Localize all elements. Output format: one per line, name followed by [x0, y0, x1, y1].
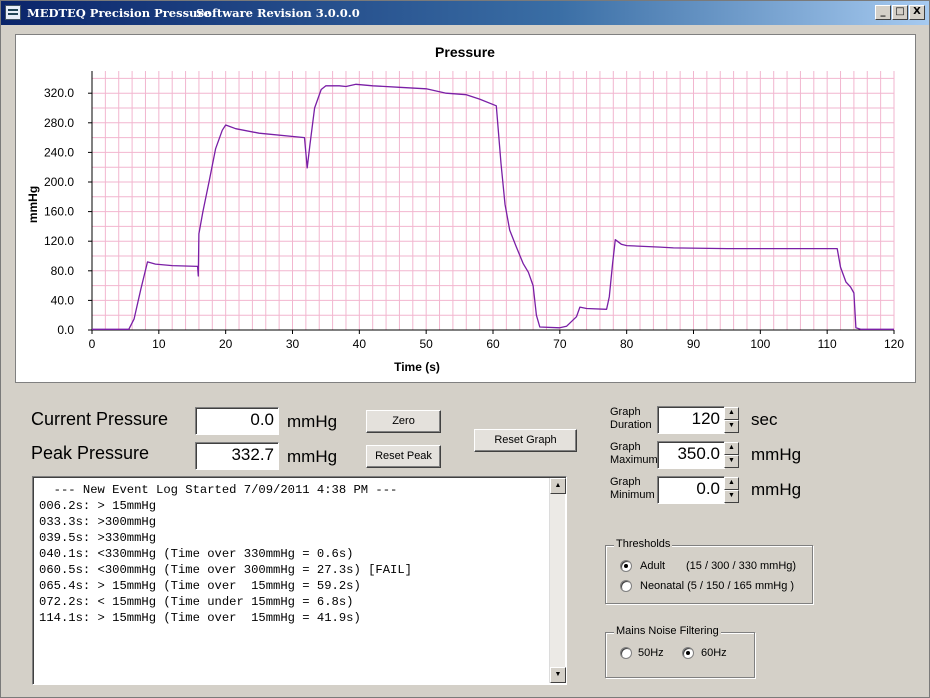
graph-duration-spinner: ▲ ▼ — [724, 407, 739, 433]
log-line: 040.1s: <330mmHg (Time over 330mmHg = 0.… — [39, 547, 354, 561]
y-tick-label: 200.0 — [44, 175, 74, 189]
minimum-spin-down-button[interactable]: ▼ — [724, 490, 739, 503]
graph-maximum-label: Graph Maximum — [610, 441, 658, 467]
graph-duration-label-line2: Duration — [610, 419, 652, 431]
zero-button[interactable]: Zero — [366, 410, 441, 433]
neonatal-label: Neonatal (5 / 150 / 165 mmHg ) — [640, 580, 795, 592]
neonatal-radio[interactable] — [620, 580, 632, 592]
minimum-spin-up-button[interactable]: ▲ — [724, 477, 739, 490]
software-revision: Software Revision 3.0.0.0 — [196, 6, 360, 20]
x-tick-label: 50 — [419, 337, 433, 351]
y-tick-label: 280.0 — [44, 116, 74, 130]
x-tick-label: 60 — [486, 337, 500, 351]
log-line: 006.2s: > 15mmHg — [39, 499, 157, 513]
y-tick-label: 40.0 — [51, 293, 75, 307]
log-line: 065.4s: > 15mmHg (Time over 15mmHg = 59.… — [39, 579, 361, 593]
graph-maximum-spinner: ▲ ▼ — [724, 442, 739, 468]
x-tick-label: 120 — [884, 337, 904, 351]
y-tick-label: 240.0 — [44, 145, 74, 159]
y-tick-label: 160.0 — [44, 205, 74, 219]
graph-duration-label-line1: Graph — [610, 406, 641, 418]
x-tick-label: 110 — [818, 337, 837, 351]
graph-minimum-label-line1: Graph — [610, 476, 641, 488]
pressure-chart: 0 10 20 30 40 50 60 70 80 90 100 110 120 0.0 40.0 80.0 1… — [26, 44, 904, 374]
close-button[interactable]: X — [909, 5, 925, 20]
filter-60hz-radio[interactable] — [682, 647, 694, 659]
graph-duration-field[interactable]: 120 — [657, 406, 725, 434]
x-tick-label: 20 — [219, 337, 233, 351]
y-tick-label: 120.0 — [44, 234, 74, 248]
event-log[interactable]: --- New Event Log Started 7/09/2011 4:38… — [32, 476, 567, 685]
app-icon[interactable] — [5, 5, 21, 20]
mains-noise-filter-title: Mains Noise Filtering — [614, 625, 721, 637]
graph-minimum-label: Graph Minimum — [610, 476, 655, 502]
title-bar[interactable]: MEDTEQ Precision Pressure Software Revis… — [1, 1, 929, 25]
filter-60hz-label: 60Hz — [701, 647, 727, 659]
maximum-spin-down-button[interactable]: ▼ — [724, 455, 739, 468]
scroll-up-button[interactable]: ▲ — [550, 478, 566, 494]
current-pressure-label: Current Pressure — [31, 409, 169, 429]
graph-minimum-field[interactable]: 0.0 — [657, 476, 725, 504]
filter-50hz-label: 50Hz — [638, 647, 664, 659]
y-tick-label: 0.0 — [57, 323, 74, 337]
graph-minimum-spinner: ▲ ▼ — [724, 477, 739, 503]
y-tick-label: 80.0 — [51, 264, 75, 278]
event-log-lines: --- New Event Log Started 7/09/2011 4:38… — [39, 482, 549, 626]
adult-threshold-values: (15 / 300 / 330 mmHg) — [686, 560, 797, 572]
peak-pressure-unit: mmHg — [287, 447, 338, 466]
peak-pressure-label: Peak Pressure — [31, 443, 150, 463]
x-tick-label: 30 — [286, 337, 300, 351]
mains-noise-filter-group: Mains Noise Filtering 50Hz 60Hz — [605, 625, 755, 678]
graph-maximum-label-line2: Maximum — [610, 454, 658, 466]
reset-peak-button[interactable]: Reset Peak — [366, 445, 441, 468]
duration-spin-up-button[interactable]: ▲ — [724, 407, 739, 420]
chart-title: Pressure — [435, 44, 495, 60]
app-window: MEDTEQ Precision Pressure Software Revis… — [0, 0, 930, 698]
x-tick-label: 40 — [353, 337, 367, 351]
current-pressure-field[interactable]: 0.0 — [195, 407, 279, 435]
x-tick-label: 80 — [620, 337, 634, 351]
graph-duration-unit: sec — [751, 410, 778, 429]
scroll-down-button[interactable]: ▼ — [550, 667, 566, 683]
x-tick-label: 0 — [89, 337, 96, 351]
graph-maximum-label-line1: Graph — [610, 441, 641, 453]
log-line: 033.3s: >300mmHg — [39, 515, 157, 529]
x-tick-label: 70 — [553, 337, 567, 351]
graph-maximum-field[interactable]: 350.0 — [657, 441, 725, 469]
reset-graph-button[interactable]: Reset Graph — [474, 429, 577, 452]
adult-label: Adult — [640, 560, 666, 572]
adult-radio[interactable] — [620, 560, 632, 572]
thresholds-group: Thresholds Adult (15 / 300 / 330 mmHg) N… — [605, 538, 813, 604]
peak-pressure-field[interactable]: 332.7 — [195, 442, 279, 470]
x-tick-label: 100 — [750, 337, 770, 351]
maximum-spin-up-button[interactable]: ▲ — [724, 442, 739, 455]
log-line: 072.2s: < 15mmHg (Time under 15mmHg = 6.… — [39, 595, 354, 609]
current-pressure-unit: mmHg — [287, 412, 338, 431]
minimize-button[interactable]: _ — [875, 5, 891, 20]
log-line: 060.5s: <300mmHg (Time over 300mmHg = 27… — [39, 563, 412, 577]
graph-duration-label: Graph Duration — [610, 406, 652, 432]
log-line: --- New Event Log Started 7/09/2011 4:38… — [39, 483, 398, 497]
x-tick-label: 90 — [687, 337, 701, 351]
app-title: MEDTEQ Precision Pressure — [27, 6, 211, 20]
event-log-scrollbar[interactable]: ▲ ▼ — [549, 478, 566, 683]
graph-maximum-unit: mmHg — [751, 445, 802, 464]
maximize-button[interactable]: □ — [892, 5, 908, 20]
duration-spin-down-button[interactable]: ▼ — [724, 420, 739, 433]
graph-minimum-label-line2: Minimum — [610, 489, 655, 501]
pressure-chart-panel: 0 10 20 30 40 50 60 70 80 90 100 110 120 0.0 40.0 80.0 1… — [15, 34, 916, 383]
filter-50hz-radio[interactable] — [620, 647, 632, 659]
log-line: 114.1s: > 15mmHg (Time over 15mmHg = 41.… — [39, 611, 361, 625]
log-line: 039.5s: >330mmHg — [39, 531, 157, 545]
y-tick-label: 320.0 — [44, 86, 74, 100]
x-axis-label: Time (s) — [394, 360, 440, 374]
graph-minimum-unit: mmHg — [751, 480, 802, 499]
thresholds-title: Thresholds — [614, 538, 673, 550]
x-tick-label: 10 — [152, 337, 166, 351]
y-axis-label: mmHg — [26, 186, 40, 223]
